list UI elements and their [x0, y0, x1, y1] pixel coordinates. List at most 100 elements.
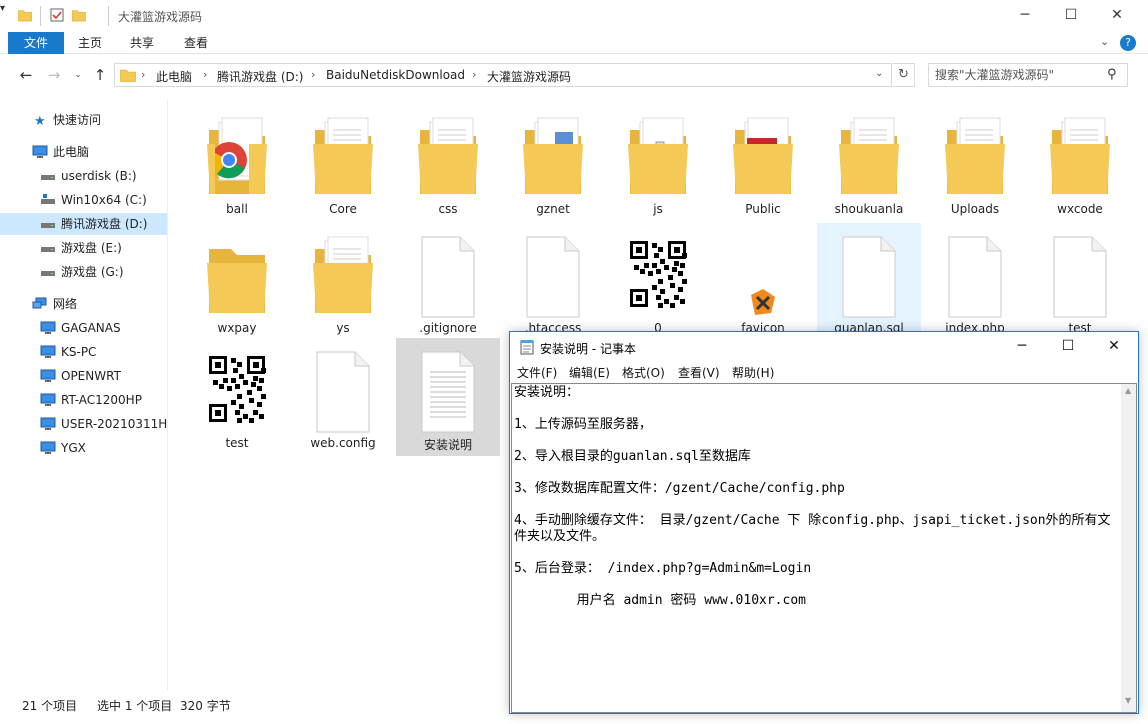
file-item[interactable]: web.config — [291, 338, 395, 456]
sidebar-label: OPENWRT — [61, 369, 121, 383]
breadcrumb-separator: › — [311, 68, 316, 81]
close-button[interactable]: ✕ — [1091, 332, 1137, 362]
minimize-button[interactable]: ─ — [999, 332, 1045, 362]
notepad-menubar: 文件(F) 编辑(E) 格式(O) 查看(V) 帮助(H) — [510, 362, 1138, 382]
file-item[interactable]: 0 — [606, 223, 710, 341]
folder-item[interactable]: css — [396, 104, 500, 222]
sidebar-item-drive-b[interactable]: userdisk (B:) — [0, 165, 167, 187]
file-item[interactable]: favicon — [711, 223, 815, 341]
notepad-editor[interactable]: 安装说明： 1、上传源码至服务器， 2、导入根目录的guanlan.sql至数据… — [511, 383, 1137, 713]
new-folder-icon[interactable] — [72, 8, 86, 22]
sidebar-item-drive-d[interactable]: 腾讯游戏盘 (D:) — [0, 213, 167, 235]
customize-toolbar-icon[interactable]: ▾ — [0, 3, 5, 14]
folder-icon[interactable] — [18, 8, 32, 22]
maximize-button[interactable]: ☐ — [1045, 332, 1091, 362]
sidebar-label: 网络 — [53, 297, 78, 311]
sidebar-item-drive-g[interactable]: 游戏盘 (G:) — [0, 261, 167, 283]
sidebar-item-computer[interactable]: YGX — [0, 437, 167, 459]
sidebar-item-quick-access[interactable]: ★ 快速访问 — [0, 109, 167, 131]
file-icon — [526, 236, 580, 318]
drive-icon — [41, 175, 55, 180]
folder-item[interactable]: shoukuanla — [817, 104, 921, 222]
tab-home[interactable]: 主页 — [70, 32, 110, 54]
menu-file[interactable]: 文件(F) — [517, 364, 557, 381]
help-icon[interactable]: ? — [1120, 35, 1136, 51]
folder-item[interactable]: wxcode — [1028, 104, 1132, 222]
sidebar-item-network[interactable]: 网络 — [0, 293, 167, 315]
menu-help[interactable]: 帮助(H) — [732, 364, 774, 381]
selection-count: 选中 1 个项目 — [97, 699, 173, 713]
folder-item[interactable]: js — [606, 104, 710, 222]
sidebar-item-this-pc[interactable]: 此电脑 — [0, 141, 167, 163]
breadcrumb-current[interactable]: 大灌篮游戏源码 — [487, 68, 571, 85]
recent-locations-icon[interactable]: ⌄ — [68, 65, 88, 85]
computer-icon — [40, 321, 56, 334]
tab-file[interactable]: 文件 — [8, 32, 64, 54]
windows-drive-icon — [41, 194, 55, 204]
address-bar[interactable]: › 此电脑 › 腾讯游戏盘 (D:) › BaiduNetdiskDownloa… — [114, 63, 892, 87]
file-item[interactable]: test — [1028, 223, 1132, 341]
sidebar-item-drive-e[interactable]: 游戏盘 (E:) — [0, 237, 167, 259]
sidebar-item-computer[interactable]: GAGANAS — [0, 317, 167, 339]
sidebar-item-computer[interactable]: USER-20210311HI — [0, 413, 167, 435]
breadcrumb-download[interactable]: BaiduNetdiskDownload — [326, 68, 465, 82]
file-name: ys — [336, 321, 350, 335]
file-icon — [1053, 236, 1107, 318]
folder-item[interactable]: wxpay — [185, 223, 289, 341]
file-name: Core — [329, 202, 357, 216]
computer-icon — [40, 369, 56, 382]
image-thumbnail — [626, 231, 690, 319]
vertical-scrollbar[interactable]: ▲ ▼ — [1121, 384, 1136, 712]
search-input[interactable] — [935, 68, 1105, 82]
maximize-button[interactable]: ☐ — [1048, 0, 1094, 32]
breadcrumb-separator: › — [472, 68, 477, 81]
breadcrumb-drive-d[interactable]: 腾讯游戏盘 (D:) — [217, 68, 303, 85]
properties-icon[interactable] — [50, 8, 64, 22]
up-arrow-icon[interactable]: ↑ — [90, 65, 110, 85]
sidebar-item-computer[interactable]: OPENWRT — [0, 365, 167, 387]
navigation-bar: ← → ⌄ ↑ › 此电脑 › 腾讯游戏盘 (D:) › BaiduNetdis… — [0, 60, 1148, 90]
file-item[interactable]: .htaccess — [501, 223, 605, 341]
notepad-title: 安装说明 - 记事本 — [540, 342, 636, 356]
computer-icon — [40, 393, 56, 406]
file-name: ball — [226, 202, 248, 216]
computer-icon — [40, 345, 56, 358]
notepad-text[interactable]: 安装说明： 1、上传源码至服务器， 2、导入根目录的guanlan.sql至数据… — [514, 385, 1114, 609]
folder-item[interactable]: Core — [291, 104, 395, 222]
menu-format[interactable]: 格式(O) — [622, 364, 665, 381]
search-icon[interactable]: ⚲ — [1107, 67, 1117, 82]
folder-item[interactable]: ys — [291, 223, 395, 341]
ribbon-tabs: 文件 主页 共享 查看 ⌄ ? — [0, 32, 1148, 54]
file-item[interactable]: 安装说明 — [396, 338, 500, 456]
file-name: test — [225, 436, 249, 450]
sidebar-item-computer[interactable]: RT-AC1200HP — [0, 389, 167, 411]
folder-item[interactable]: Public — [711, 104, 815, 222]
sidebar-label: 游戏盘 (G:) — [61, 265, 124, 279]
forward-arrow-icon[interactable]: → — [44, 65, 64, 85]
refresh-icon[interactable]: ↻ — [893, 63, 915, 87]
sidebar-item-drive-c[interactable]: Win10x64 (C:) — [0, 189, 167, 211]
folder-item[interactable]: gznet — [501, 104, 605, 222]
expand-ribbon-icon[interactable]: ⌄ — [1100, 35, 1109, 48]
menu-view[interactable]: 查看(V) — [678, 364, 720, 381]
close-button[interactable]: ✕ — [1094, 0, 1140, 32]
folder-item[interactable]: Uploads — [923, 104, 1027, 222]
notepad-window: 安装说明 - 记事本 ─ ☐ ✕ 文件(F) 编辑(E) 格式(O) 查看(V)… — [509, 331, 1139, 714]
folder-item[interactable]: ball — [185, 104, 289, 222]
scroll-down-icon[interactable]: ▼ — [1125, 696, 1131, 705]
minimize-button[interactable]: ─ — [1002, 0, 1048, 32]
scroll-up-icon[interactable]: ▲ — [1125, 386, 1131, 395]
file-item[interactable]: index.php — [923, 223, 1027, 341]
tab-share[interactable]: 共享 — [122, 32, 162, 54]
breadcrumb-this-pc[interactable]: 此电脑 — [156, 68, 192, 85]
file-item[interactable]: guanlan.sql — [817, 223, 921, 341]
file-name: shoukuanla — [834, 202, 904, 216]
back-arrow-icon[interactable]: ← — [16, 65, 36, 85]
tab-view[interactable]: 查看 — [176, 32, 216, 54]
chevron-down-icon[interactable]: ⌄ — [875, 68, 883, 79]
sidebar-item-computer[interactable]: KS-PC — [0, 341, 167, 363]
file-item[interactable]: test — [185, 338, 289, 456]
file-name: 安装说明 — [423, 438, 472, 452]
menu-edit[interactable]: 编辑(E) — [569, 364, 610, 381]
file-item[interactable]: .gitignore — [396, 223, 500, 341]
